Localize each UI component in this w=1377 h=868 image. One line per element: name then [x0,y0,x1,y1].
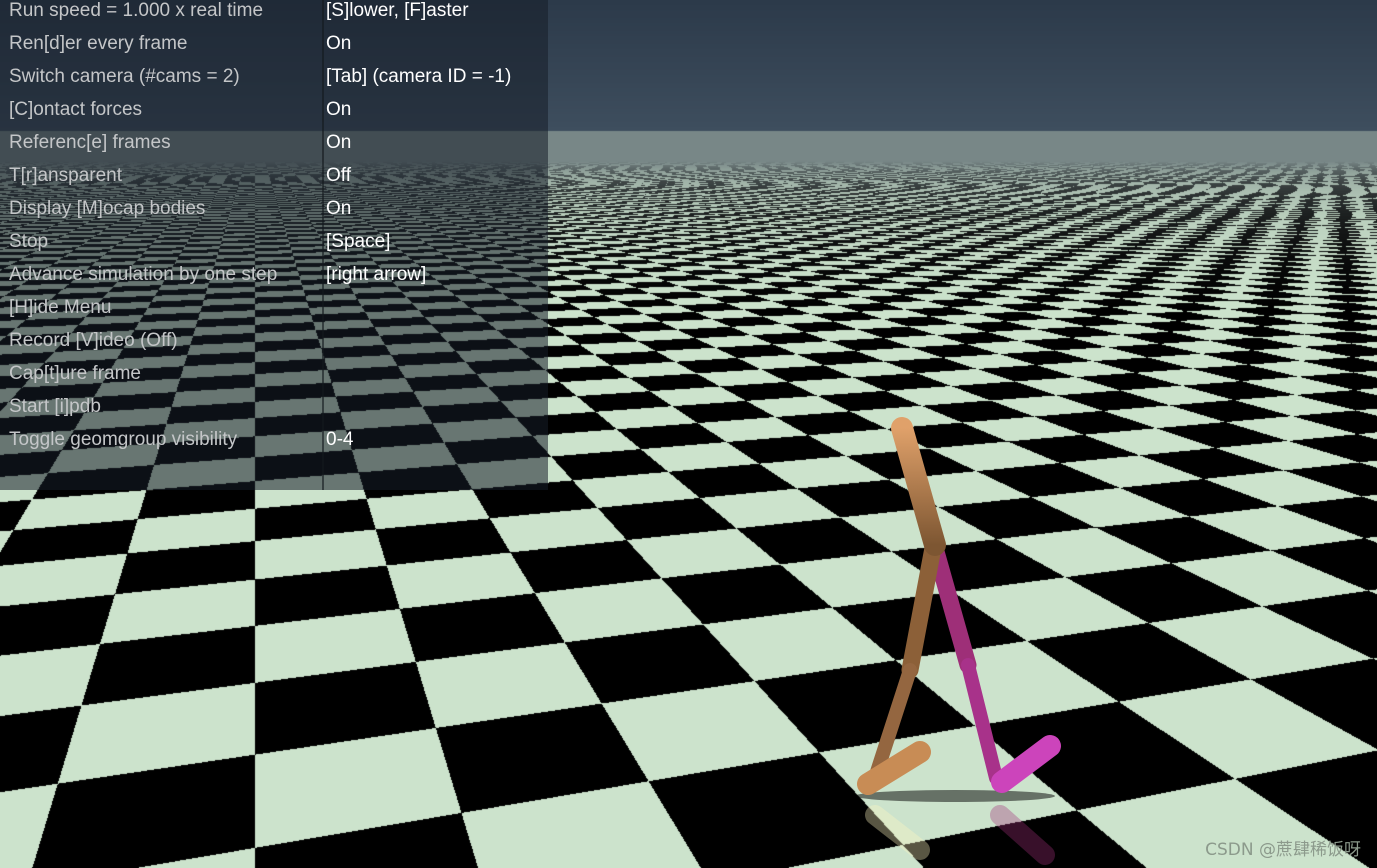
menu-label: Toggle geomgroup visibility [9,429,238,450]
menu-value: On [326,33,352,54]
menu-label: Advance simulation by one step [9,264,278,285]
menu-row: Start [i]pdb [0,396,548,429]
menu-value: [right arrow] [326,264,427,285]
left-leg [857,539,942,795]
menu-label: Switch camera (#cams = 2) [9,66,240,87]
reflection [865,805,1055,865]
menu-label: Ren[d]er every frame [9,33,188,54]
torso [891,417,946,556]
menu-row: Run speed = 1.000 x real time [S]lower, [… [0,0,548,33]
robot-shadow [855,790,1055,802]
menu-row: Cap[t]ure frame [0,363,548,396]
menu-label: Referenc[e] frames [9,132,171,153]
menu-row: Switch camera (#cams = 2) [Tab] (camera I… [0,66,548,99]
menu-label: Record [V]ideo (Off) [9,330,178,351]
menu-label: Display [M]ocap bodies [9,198,206,219]
menu-label: Start [i]pdb [9,396,101,417]
menu-row: Toggle geomgroup visibility 0-4 [0,429,548,462]
menu-value: [S]lower, [F]aster [326,0,469,21]
menu-row: Referenc[e] frames On [0,132,548,165]
menu-row: Stop [Space] [0,231,548,264]
menu-row: Display [M]ocap bodies On [0,198,548,231]
menu-label: Cap[t]ure frame [9,363,141,384]
menu-row: [C]ontact forces On [0,99,548,132]
menu-row: Advance simulation by one step [right arr… [0,264,548,297]
menu-label: Stop [9,231,49,252]
watermark: CSDN @蔗肆稀饭呀 [1205,840,1361,860]
menu-label: [C]ontact forces [9,99,143,120]
menu-value: On [326,99,352,120]
right-leg [926,539,1061,793]
menu-label: [H]ide Menu [9,297,112,318]
menu-row: [H]ide Menu [0,297,548,330]
menu-value: Off [326,165,351,186]
menu-row: Ren[d]er every frame On [0,33,548,66]
menu-value: On [326,132,352,153]
menu-value: On [326,198,352,219]
menu-value: 0-4 [326,429,354,450]
menu-value: [Space] [326,231,391,252]
menu-row: T[r]ansparent Off [0,165,548,198]
viewer-menu-overlay: Run speed = 1.000 x real time [S]lower, [… [0,0,548,490]
menu-row: Record [V]ideo (Off) [0,330,548,363]
menu-value: [Tab] (camera ID = -1) [326,66,512,87]
menu-label: T[r]ansparent [9,165,122,186]
menu-label: Run speed = 1.000 x real time [9,0,264,21]
